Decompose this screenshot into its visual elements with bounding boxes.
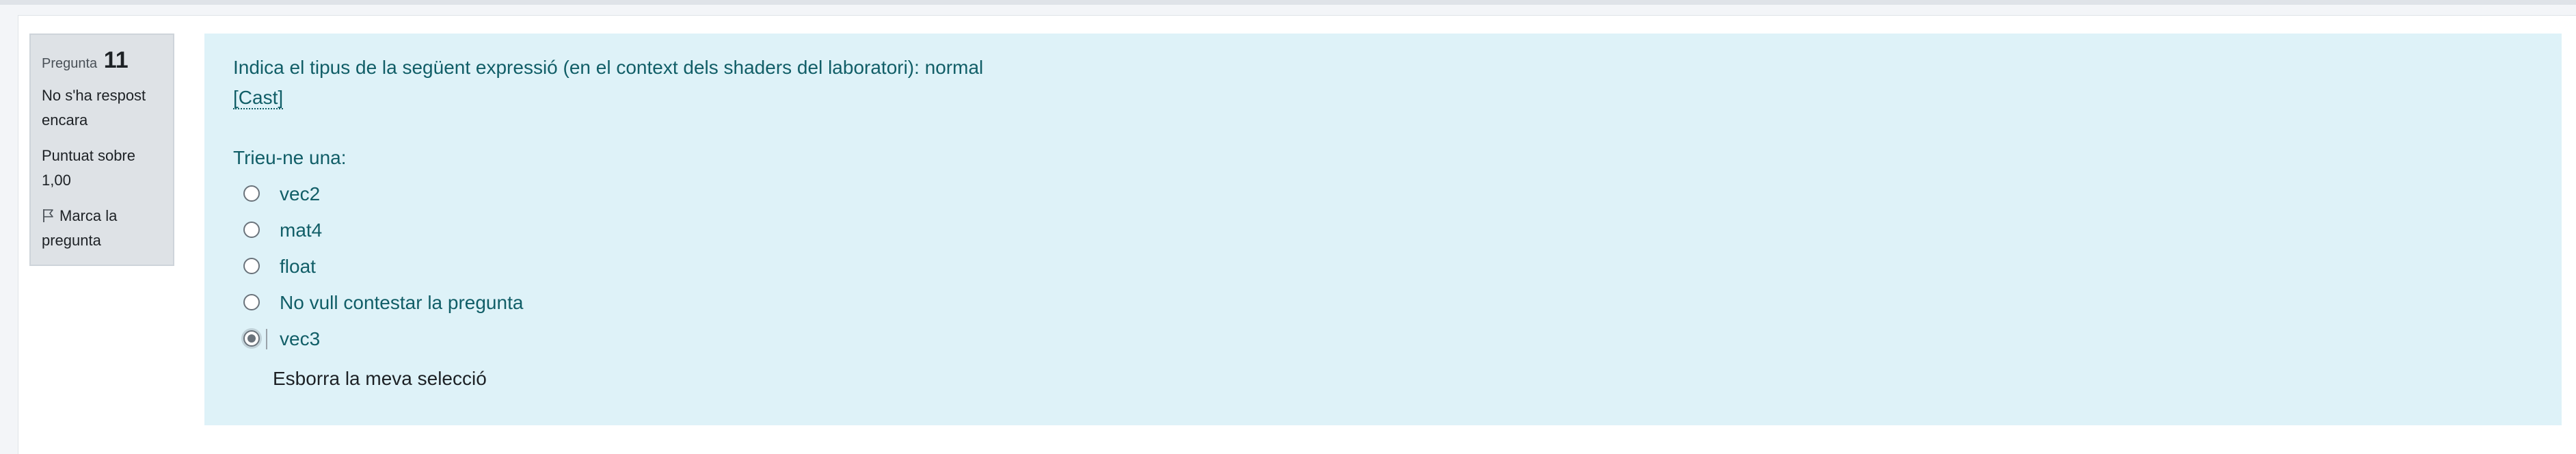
answer-option-label: vec2 (280, 183, 321, 204)
answer-option-vec2[interactable]: vec2 (233, 176, 2562, 212)
answer-option-label: float (280, 256, 316, 277)
answer-option-label: No vull contestar la pregunta (280, 292, 524, 313)
question-number-label: Pregunta (42, 56, 98, 71)
question-text: Indica el tipus de la següent expressió … (233, 57, 984, 78)
answer-option-label: mat4 (280, 219, 323, 241)
clear-selection-link[interactable]: Esborra la meva selecció (273, 364, 487, 394)
question-state: No s'ha respost encara (42, 87, 146, 129)
answer-option-float[interactable]: float (233, 248, 2562, 284)
radio-button[interactable] (243, 294, 260, 310)
question-number-value: 11 (103, 47, 129, 73)
question-content: Indica el tipus de la següent expressió … (204, 34, 2562, 425)
radio-button[interactable] (243, 185, 260, 202)
text-cursor (266, 329, 267, 349)
flag-question-link[interactable]: Marca la pregunta (42, 204, 163, 253)
question-grade: Puntuat sobre 1,00 (42, 147, 135, 189)
answer-option-vec3[interactable]: vec3 (233, 321, 2562, 357)
flag-icon (42, 206, 57, 222)
radio-button[interactable] (243, 222, 260, 238)
page: Pregunta 11 No s'ha respost encara Puntu… (0, 0, 2576, 454)
answer-option-mat4[interactable]: mat4 (233, 212, 2562, 248)
answer-list: vec2 mat4 float No vull contestar la pre… (233, 176, 2562, 357)
answer-prompt: Trieu-ne una: (233, 147, 347, 168)
top-divider (0, 0, 2576, 5)
answer-option-no-answer[interactable]: No vull contestar la pregunta (233, 284, 2562, 321)
radio-button[interactable] (243, 258, 260, 274)
cast-translation-link[interactable]: [Cast] (233, 87, 284, 109)
answer-option-label: vec3 (280, 328, 321, 349)
radio-button-selected[interactable] (243, 330, 260, 347)
question-number: Pregunta 11 (42, 47, 163, 74)
question-info-panel: Pregunta 11 No s'ha respost encara Puntu… (29, 34, 174, 266)
